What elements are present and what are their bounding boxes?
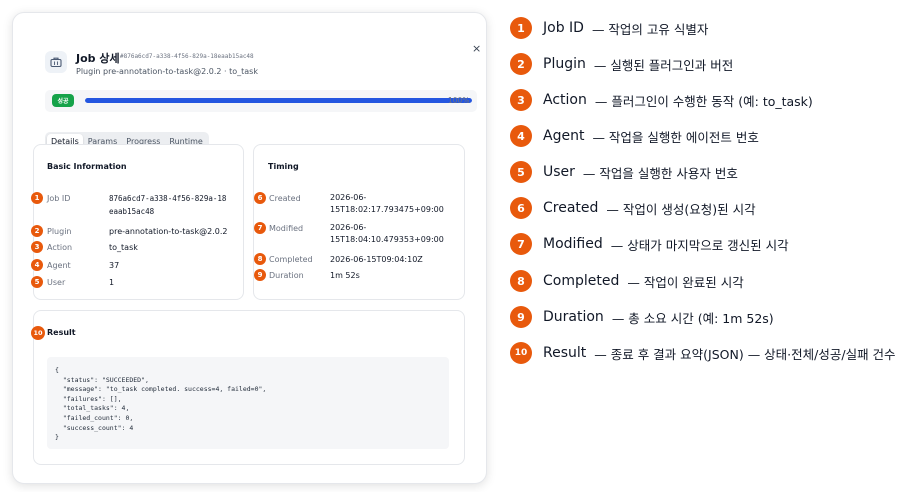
basic-information-panel: Basic Information 1 Job ID 876a6cd7-a338… [31, 144, 244, 300]
legend-name: Completed [543, 273, 620, 289]
legend-item: 4 Agent — 작업을 실행한 에이전트 번호 [510, 125, 759, 147]
marker-3: 3 [31, 241, 43, 253]
marker-4: 4 [31, 259, 43, 271]
result-title: Result [47, 328, 76, 337]
plugin-label: Plugin [47, 227, 72, 236]
legend-name: Action [543, 92, 587, 108]
job-detail-card: Job 상세 #876a6cd7-a338-4f56-829a-18eaab15… [12, 12, 487, 484]
json-line: } [55, 433, 59, 442]
legend-marker: 5 [510, 161, 532, 183]
legend-item: 1 Job ID — 작업의 고유 식별자 [510, 17, 708, 39]
plugin-subtitle: Plugin pre-annotation-to-task@2.0.2 · to… [76, 67, 258, 76]
legend-marker: 6 [510, 197, 532, 219]
legend-marker: 3 [510, 89, 532, 111]
legend-desc: — 총 소요 시간 (예: 1m 52s) [611, 310, 774, 326]
legend-item: 6 Created — 작업이 생성(요청)된 시각 [510, 197, 756, 219]
job-id-value-line1: 876a6cd7-a338-4f56-829a-18 [109, 194, 227, 203]
legend-item: 10 Result — 종료 후 결과 요약(JSON) — 상태·전체/성공/… [510, 342, 896, 364]
marker-5: 5 [31, 276, 43, 288]
basic-information-title: Basic Information [47, 162, 127, 171]
legend-desc: — 작업이 완료된 시각 [627, 274, 744, 290]
legend-name: Modified [543, 236, 603, 252]
legend-name: User [543, 164, 575, 180]
created-value: 2026-06-15T18:02:17.793475+09:00 [330, 193, 444, 214]
page-title: Job 상세 [76, 52, 120, 65]
legend-marker: 2 [510, 53, 532, 75]
legend-marker: 10 [510, 342, 532, 364]
json-line: "failures": [], [55, 394, 122, 403]
job-id-value-line2: eaab15ac48 [109, 207, 155, 216]
legend-marker: 8 [510, 270, 532, 292]
duration-label: Duration [269, 271, 304, 280]
created-label: Created [269, 194, 301, 203]
legend-item: 8 Completed — 작업이 완료된 시각 [510, 270, 744, 292]
legend-marker: 4 [510, 125, 532, 147]
job-id-label: Job ID [47, 194, 71, 203]
briefcase-icon [45, 51, 67, 73]
progress-row: 성공 100% [45, 90, 477, 112]
action-label: Action [47, 243, 73, 252]
legend-name: Plugin [543, 56, 586, 72]
json-line: { [55, 366, 59, 374]
legend-name: Agent [543, 128, 585, 144]
legend-marker: 9 [510, 306, 532, 328]
legend-desc: — 종료 후 결과 요약(JSON) — 상태·전체/성공/실패 건수 [594, 346, 896, 362]
json-line: "message": "to_task completed. success=4… [55, 385, 267, 394]
timing-panel: Timing 6 Created 2026-06-15T18:02:17.793… [253, 144, 465, 300]
result-json: { "status": "SUCCEEDED", "message": "to_… [47, 357, 449, 449]
legend-desc: — 작업을 실행한 사용자 번호 [582, 165, 738, 181]
marker-9: 9 [254, 269, 266, 281]
legend-desc: — 작업을 실행한 에이전트 번호 [592, 129, 759, 145]
json-line: "status": "SUCCEEDED", [55, 375, 149, 384]
duration-value: 1m 52s [330, 271, 360, 280]
marker-1: 1 [31, 192, 43, 204]
legend-item: 3 Action — 플러그인이 수행한 동작 (예: to_task) [510, 89, 813, 111]
legend-name: Duration [543, 309, 604, 325]
progress-bar [85, 98, 472, 103]
plugin-value: pre-annotation-to-task@2.0.2 [109, 227, 228, 236]
progress-percent: 100% [448, 96, 470, 105]
action-value: to_task [109, 243, 138, 252]
json-line: "success_count": 4 [55, 423, 134, 432]
legend-marker: 7 [510, 233, 532, 255]
marker-6: 6 [254, 192, 266, 204]
agent-value: 37 [109, 261, 120, 270]
marker-2: 2 [31, 225, 43, 237]
user-value: 1 [109, 278, 115, 287]
marker-8: 8 [254, 253, 266, 265]
status-badge: 성공 [52, 94, 74, 107]
close-icon[interactable]: × [472, 42, 481, 55]
completed-value: 2026-06-15T09:04:10Z [330, 255, 423, 264]
user-label: User [47, 278, 66, 287]
legend-name: Job ID [543, 20, 584, 36]
completed-label: Completed [269, 255, 313, 264]
legend-marker: 1 [510, 17, 532, 39]
legend-item: 7 Modified — 상태가 마지막으로 갱신된 시각 [510, 233, 789, 255]
modified-value: 2026-06-15T18:04:10.479353+09:00 [330, 223, 444, 244]
legend-item: 5 User — 작업을 실행한 사용자 번호 [510, 161, 738, 183]
legend-desc: — 작업이 생성(요청)된 시각 [606, 201, 756, 217]
legend-desc: — 작업의 고유 식별자 [591, 21, 709, 37]
legend-desc: — 상태가 마지막으로 갱신된 시각 [610, 237, 789, 253]
legend-desc: — 플러그인이 수행한 동작 (예: to_task) [594, 93, 813, 109]
modified-label: Modified [269, 224, 304, 233]
job-id-header: #876a6cd7-a338-4f56-829a-18eaab15ac48 [120, 53, 254, 60]
marker-10: 10 [31, 326, 45, 340]
marker-7: 7 [254, 222, 266, 234]
json-line: "total_tasks": 4, [55, 404, 130, 413]
legend-name: Created [543, 200, 599, 216]
legend-item: 9 Duration — 총 소요 시간 (예: 1m 52s) [510, 306, 774, 328]
progress-bar-fill [85, 98, 472, 103]
timing-title: Timing [268, 162, 299, 171]
json-line: "failed_count": 0, [55, 413, 134, 422]
legend-item: 2 Plugin — 실행된 플러그인과 버전 [510, 53, 733, 75]
legend-name: Result [543, 345, 587, 361]
legend-desc: — 실행된 플러그인과 버전 [593, 57, 734, 73]
agent-label: Agent [47, 261, 71, 270]
